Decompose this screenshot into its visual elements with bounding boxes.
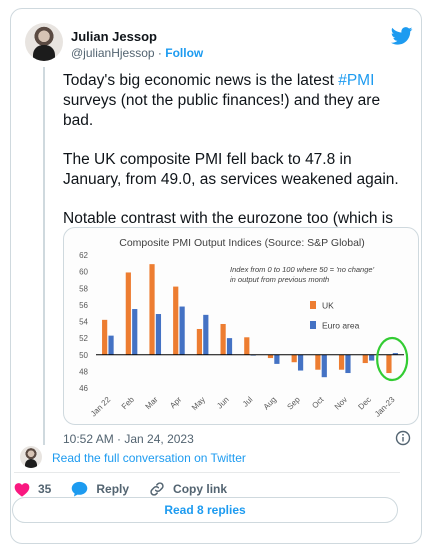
y-tick-label: 56 bbox=[79, 301, 88, 310]
copy-link-button[interactable]: Copy link bbox=[149, 481, 227, 497]
bar-uk-8 bbox=[291, 354, 297, 363]
bar-euro-5 bbox=[226, 338, 233, 355]
read-replies-button[interactable]: Read 8 replies bbox=[12, 497, 398, 523]
highlight-circle bbox=[376, 336, 409, 382]
x-tick-label: Aug bbox=[262, 395, 278, 411]
bar-euro-8 bbox=[297, 354, 304, 371]
bar-euro-4 bbox=[203, 314, 209, 355]
tweet-paragraph-1: Today's big economic news is the latest … bbox=[63, 71, 413, 131]
bar-euro-7 bbox=[274, 354, 280, 364]
reply-bubble-icon bbox=[72, 481, 88, 497]
y-tick-label: 46 bbox=[79, 384, 88, 393]
bar-euro-10 bbox=[345, 354, 351, 374]
bar-uk-1 bbox=[125, 272, 131, 355]
reply-button[interactable]: Reply bbox=[71, 481, 129, 497]
follow-button[interactable]: Follow bbox=[165, 46, 203, 60]
y-tick-label: 60 bbox=[79, 268, 88, 277]
like-button[interactable]: 35 bbox=[14, 482, 51, 497]
x-tick-label: Jun bbox=[215, 395, 230, 410]
legend-label-0: UK bbox=[322, 301, 334, 311]
x-tick-label: Nov bbox=[333, 395, 349, 411]
read-conversation-link[interactable]: Read the full conversation on Twitter bbox=[52, 451, 246, 465]
x-tick-label: Jan-23 bbox=[373, 395, 397, 419]
x-tick-label: Apr bbox=[168, 395, 183, 410]
bar-uk-11 bbox=[362, 354, 368, 364]
legend-swatch-0 bbox=[310, 301, 316, 309]
bar-uk-5 bbox=[220, 323, 226, 355]
tweet-text-segment: Today's big economic news is the latest bbox=[63, 72, 339, 89]
y-tick-label: 48 bbox=[79, 367, 88, 376]
x-tick-label: Oct bbox=[310, 395, 326, 411]
author-handle[interactable]: @julianHjessop bbox=[71, 46, 155, 60]
x-tick-label: Mar bbox=[144, 395, 160, 411]
y-tick-label: 54 bbox=[79, 318, 88, 327]
bar-euro-2 bbox=[155, 314, 162, 355]
x-tick-label: Feb bbox=[120, 395, 137, 412]
tweet-timestamp[interactable]: 10:52 AM · Jan 24, 2023 bbox=[63, 432, 194, 446]
bar-uk-0 bbox=[102, 319, 108, 355]
actions-divider bbox=[14, 472, 400, 473]
y-tick-label: 50 bbox=[79, 351, 88, 360]
info-icon[interactable] bbox=[395, 430, 411, 446]
bar-uk-6 bbox=[244, 337, 250, 355]
reply-label: Reply bbox=[96, 482, 130, 496]
like-count: 35 bbox=[38, 482, 52, 496]
y-tick-label: 52 bbox=[79, 334, 88, 343]
x-tick-label: Dec bbox=[356, 395, 372, 411]
bar-uk-4 bbox=[196, 328, 203, 355]
bar-uk-10 bbox=[338, 354, 345, 370]
legend-swatch-1 bbox=[310, 321, 316, 329]
x-tick-label: May bbox=[190, 395, 207, 412]
tweet-text-segment: surveys (not the public finances!) and t… bbox=[63, 92, 381, 129]
x-tick-label: Sep bbox=[285, 395, 302, 412]
legend-label-1: Euro area bbox=[322, 321, 360, 331]
bar-euro-9 bbox=[321, 354, 327, 378]
tweet-media-chart[interactable]: Composite PMI Output Indices (Source: S&… bbox=[63, 227, 419, 425]
bar-uk-3 bbox=[173, 286, 179, 355]
bar-uk-2 bbox=[149, 264, 155, 355]
pmi-chart: Composite PMI Output Indices (Source: S&… bbox=[79, 237, 409, 419]
bar-uk-12 bbox=[386, 354, 392, 374]
chart-annotation: Index from 0 to 100 where 50 = 'no chang… bbox=[230, 265, 375, 274]
y-tick-label: 58 bbox=[79, 284, 88, 293]
author-avatar[interactable] bbox=[25, 23, 63, 61]
bar-euro-11 bbox=[369, 354, 375, 361]
chart-title: Composite PMI Output Indices (Source: S&… bbox=[119, 237, 365, 249]
x-tick-label: Jul bbox=[241, 395, 255, 409]
bar-euro-0 bbox=[108, 335, 114, 355]
tweet-paragraph-2: The UK composite PMI fell back to 47.8 i… bbox=[63, 151, 399, 188]
bar-euro-3 bbox=[179, 306, 185, 355]
bar-uk-9 bbox=[315, 354, 321, 370]
y-tick-label: 62 bbox=[79, 251, 88, 260]
handle-separator: · bbox=[157, 46, 162, 60]
bar-euro-1 bbox=[132, 309, 138, 355]
author-handle-row: @julianHjessop · Follow bbox=[71, 46, 203, 60]
link-icon bbox=[150, 482, 164, 496]
hashtag-pmi-link[interactable]: #PMI bbox=[338, 72, 374, 89]
copy-link-label: Copy link bbox=[173, 482, 228, 496]
heart-icon bbox=[14, 482, 30, 497]
thread-line bbox=[43, 67, 45, 445]
chart-annotation: in output from previous month bbox=[230, 275, 329, 284]
x-tick-label: Jan 22 bbox=[89, 395, 113, 419]
conversation-avatar[interactable] bbox=[20, 446, 42, 468]
author-name[interactable]: Julian Jessop bbox=[71, 29, 157, 44]
twitter-bird-icon[interactable] bbox=[391, 27, 413, 45]
